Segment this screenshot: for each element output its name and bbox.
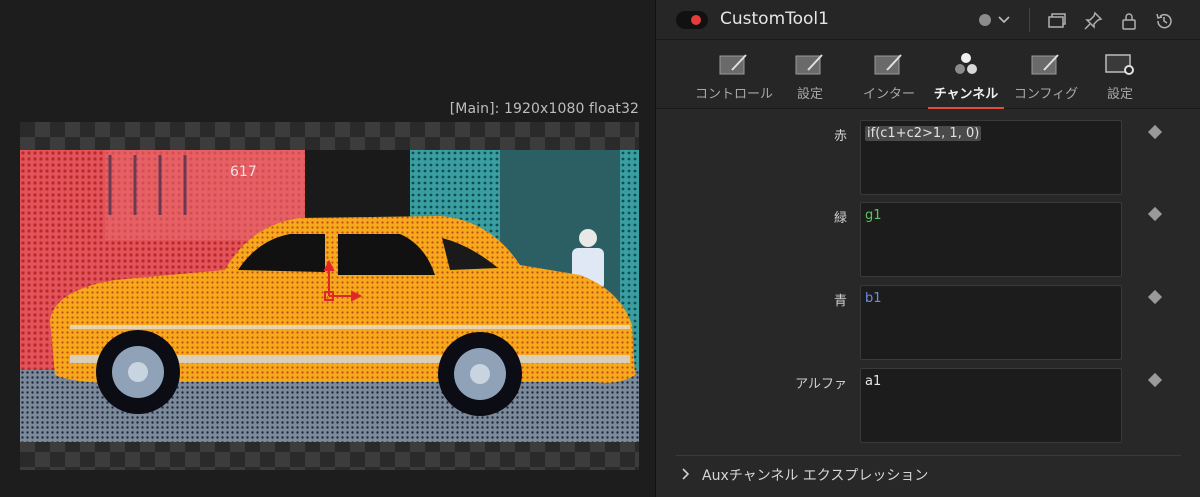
green-keyframe-icon[interactable] [1147, 206, 1163, 222]
tab-label: コンフィグ [1013, 87, 1079, 102]
aux-channel-section-toggle[interactable]: Auxチャンネル エクスプレッション [676, 462, 1181, 488]
gear-icon [1105, 54, 1134, 75]
tab-settings-gear[interactable]: 設定 [1092, 40, 1148, 109]
image-house-number: 617 [230, 164, 257, 180]
viewer-image-info: [Main]: 1920x1080 float32 [449, 101, 639, 117]
tool-title: CustomTool1 [720, 9, 829, 29]
red-label: 赤 [833, 129, 847, 144]
header-divider [1029, 8, 1030, 32]
green-label: 緑 [833, 211, 847, 226]
toggle-indicator [691, 15, 701, 25]
alpha-keyframe-icon[interactable] [1147, 372, 1163, 388]
tab-interface[interactable]: インター [856, 40, 922, 109]
tool-header: CustomTool1 [656, 0, 1200, 40]
alpha-expression-field[interactable]: a1 [860, 368, 1122, 443]
alpha-expression-text: a1 [865, 374, 882, 389]
lock-icon[interactable] [1119, 11, 1139, 31]
green-expression-row: 緑 g1 [656, 192, 1200, 277]
tab-label: 設定 [796, 87, 823, 102]
tab-config[interactable]: コンフィグ [1010, 40, 1082, 109]
green-expression-field[interactable]: g1 [860, 202, 1122, 277]
inspector-panel: CustomTool1 コントロール 設定 インター チャンネル コンフィグ 設… [655, 0, 1200, 497]
tab-settings[interactable]: 設定 [782, 40, 838, 109]
settings-icon [795, 54, 823, 75]
channel-parameters: 赤 if(c1+c2>1, 1, 0) 緑 g1 青 b1 アルファ a1 Au… [656, 110, 1200, 497]
tab-label: 設定 [1106, 87, 1133, 102]
config-icon [1031, 54, 1059, 75]
alpha-label: アルファ [795, 377, 847, 392]
red-keyframe-icon[interactable] [1147, 124, 1163, 140]
reset-icon[interactable] [1154, 11, 1174, 31]
red-expression-row: 赤 if(c1+c2>1, 1, 0) [656, 110, 1200, 195]
red-expression-field[interactable]: if(c1+c2>1, 1, 0) [860, 120, 1122, 195]
active-tab-underline [928, 107, 1004, 109]
blue-expression-text: b1 [865, 291, 882, 306]
viewer-panel[interactable]: [Main]: 1920x1080 float32 617 [0, 0, 655, 497]
interface-icon [874, 54, 902, 75]
blue-keyframe-icon[interactable] [1147, 289, 1163, 305]
pin-icon[interactable] [1083, 11, 1103, 31]
chevron-down-icon[interactable] [997, 10, 1011, 30]
versions-icon[interactable] [1047, 11, 1067, 31]
viewer-canvas[interactable]: 617 [20, 122, 639, 470]
blue-label: 青 [833, 294, 847, 309]
section-divider [676, 455, 1181, 456]
tab-label: インター [862, 87, 915, 102]
alpha-expression-row: アルファ a1 [656, 358, 1200, 443]
tab-label: チャンネル [933, 87, 999, 102]
tab-controls[interactable]: コントロール [692, 40, 776, 109]
tab-label: コントロール [694, 87, 773, 102]
chevron-right-icon [682, 468, 690, 480]
control-icon [719, 54, 747, 75]
channels-icon [955, 53, 977, 74]
tool-enable-toggle[interactable] [676, 11, 708, 29]
blue-expression-row: 青 b1 [656, 275, 1200, 360]
aux-section-label: Auxチャンネル エクスプレッション [702, 468, 929, 484]
tool-color-dot[interactable] [979, 14, 991, 26]
red-expression-text: if(c1+c2>1, 1, 0) [865, 126, 982, 141]
inspector-tabs: コントロール 設定 インター チャンネル コンフィグ 設定 [656, 40, 1200, 109]
viewer-image-car[interactable]: 617 [20, 150, 639, 442]
blue-expression-field[interactable]: b1 [860, 285, 1122, 360]
green-expression-text: g1 [865, 208, 882, 223]
tab-channels[interactable]: チャンネル [928, 40, 1004, 109]
